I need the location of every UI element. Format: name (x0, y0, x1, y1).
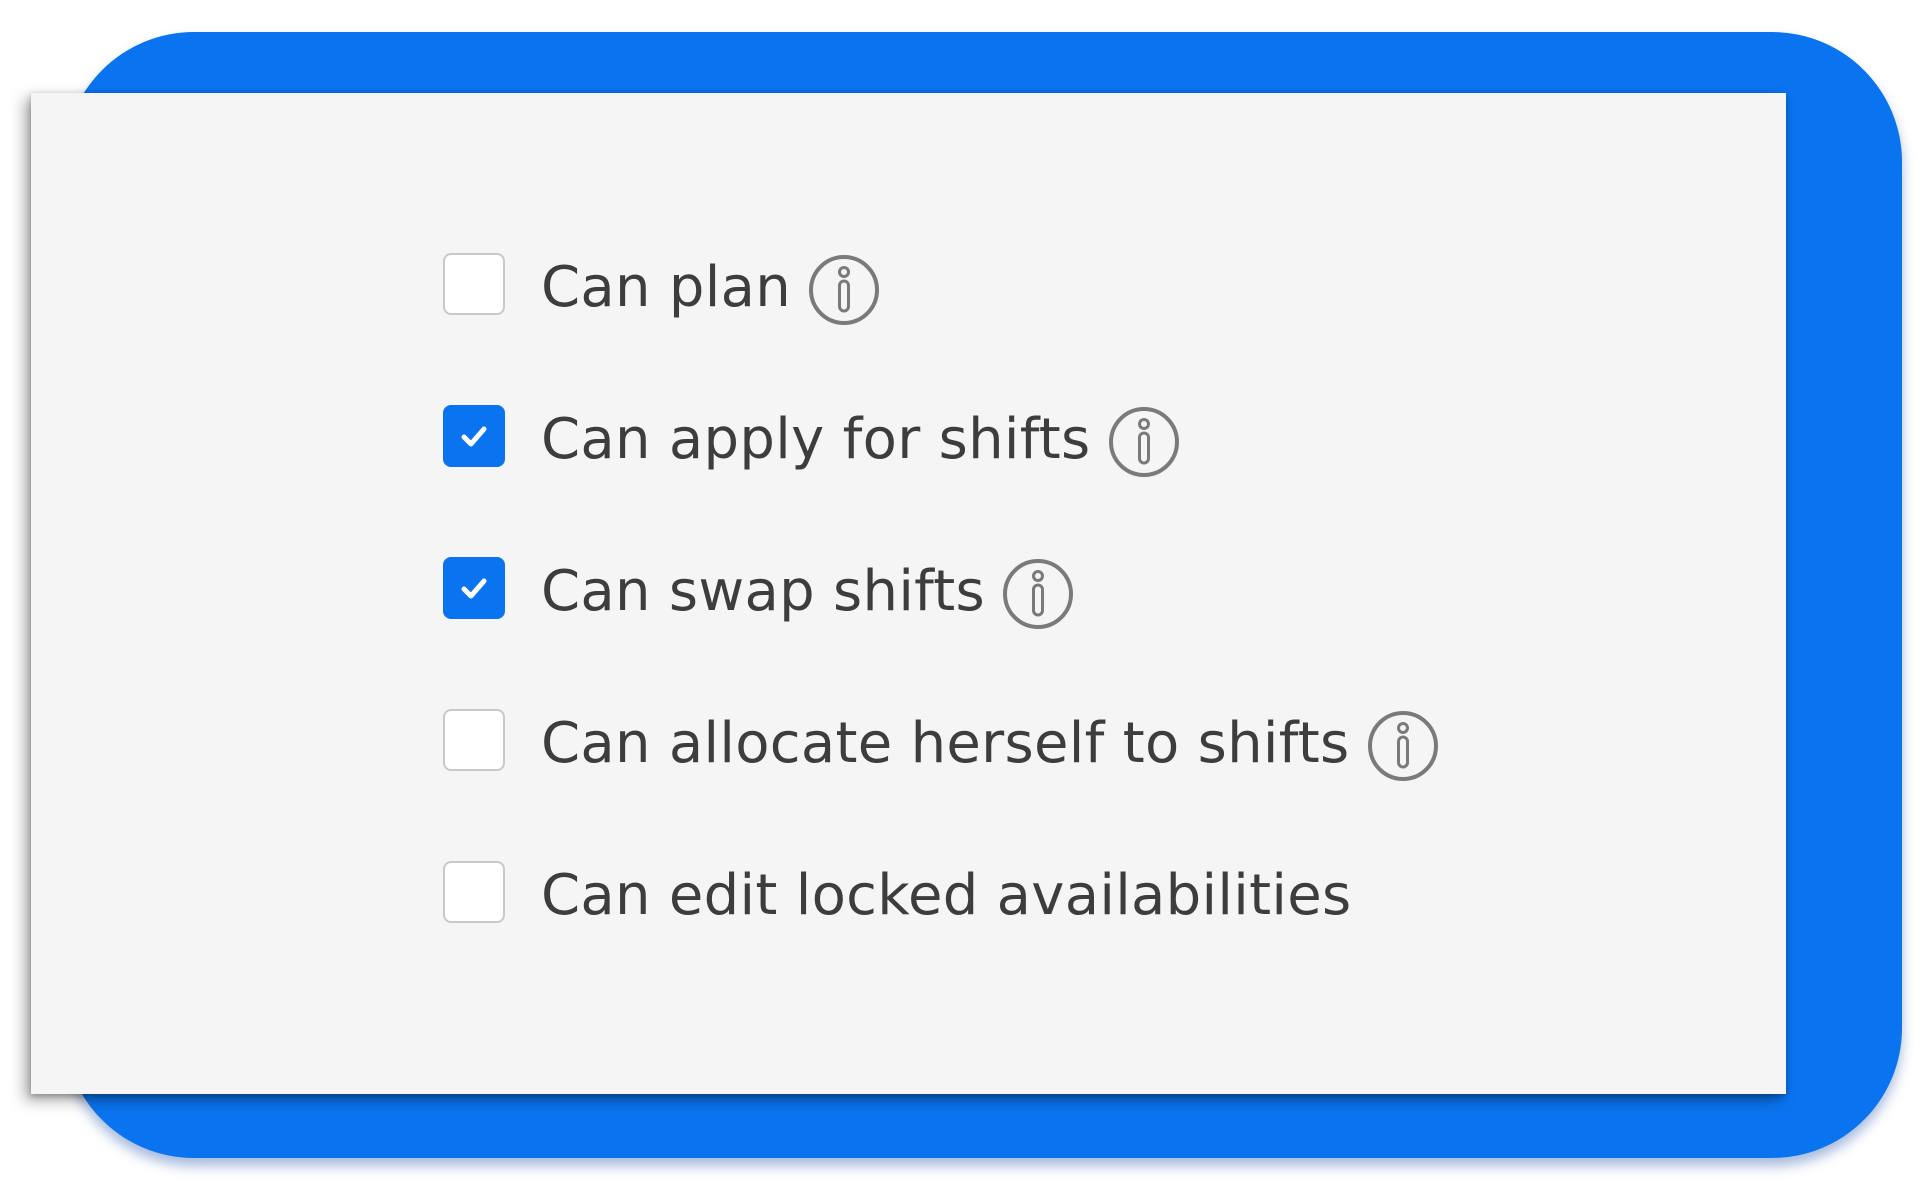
checkmark-icon (461, 426, 487, 447)
permission-option-can-allocate-herself: Can allocate herself to shifts (443, 699, 1440, 789)
can-apply-for-shifts-checkbox[interactable] (443, 405, 505, 467)
info-circle-icon[interactable] (1366, 709, 1440, 783)
can-allocate-herself-label: Can allocate herself to shifts (541, 711, 1350, 776)
permission-option-can-swap-shifts: Can swap shifts (443, 547, 1075, 637)
can-swap-shifts-checkbox[interactable] (443, 557, 505, 619)
can-plan-label: Can plan (541, 255, 792, 320)
permission-option-can-plan: Can plan (443, 243, 881, 333)
checkmark-icon (461, 578, 487, 599)
info-circle-icon[interactable] (1107, 405, 1181, 479)
can-plan-checkbox[interactable] (443, 253, 505, 315)
info-circle-icon[interactable] (1001, 557, 1075, 631)
can-apply-for-shifts-label: Can apply for shifts (541, 407, 1091, 472)
can-edit-locked-availabilities-checkbox[interactable] (443, 861, 505, 923)
can-edit-locked-availabilities-label: Can edit locked availabilities (541, 863, 1352, 928)
permissions-panel: Can plan Can apply for shifts Can swap s… (31, 93, 1786, 1094)
can-allocate-herself-checkbox[interactable] (443, 709, 505, 771)
permission-option-can-apply-for-shifts: Can apply for shifts (443, 395, 1181, 485)
can-swap-shifts-label: Can swap shifts (541, 559, 985, 624)
info-circle-icon[interactable] (807, 253, 881, 327)
permission-option-can-edit-locked-availabilities: Can edit locked availabilities (443, 851, 1351, 941)
